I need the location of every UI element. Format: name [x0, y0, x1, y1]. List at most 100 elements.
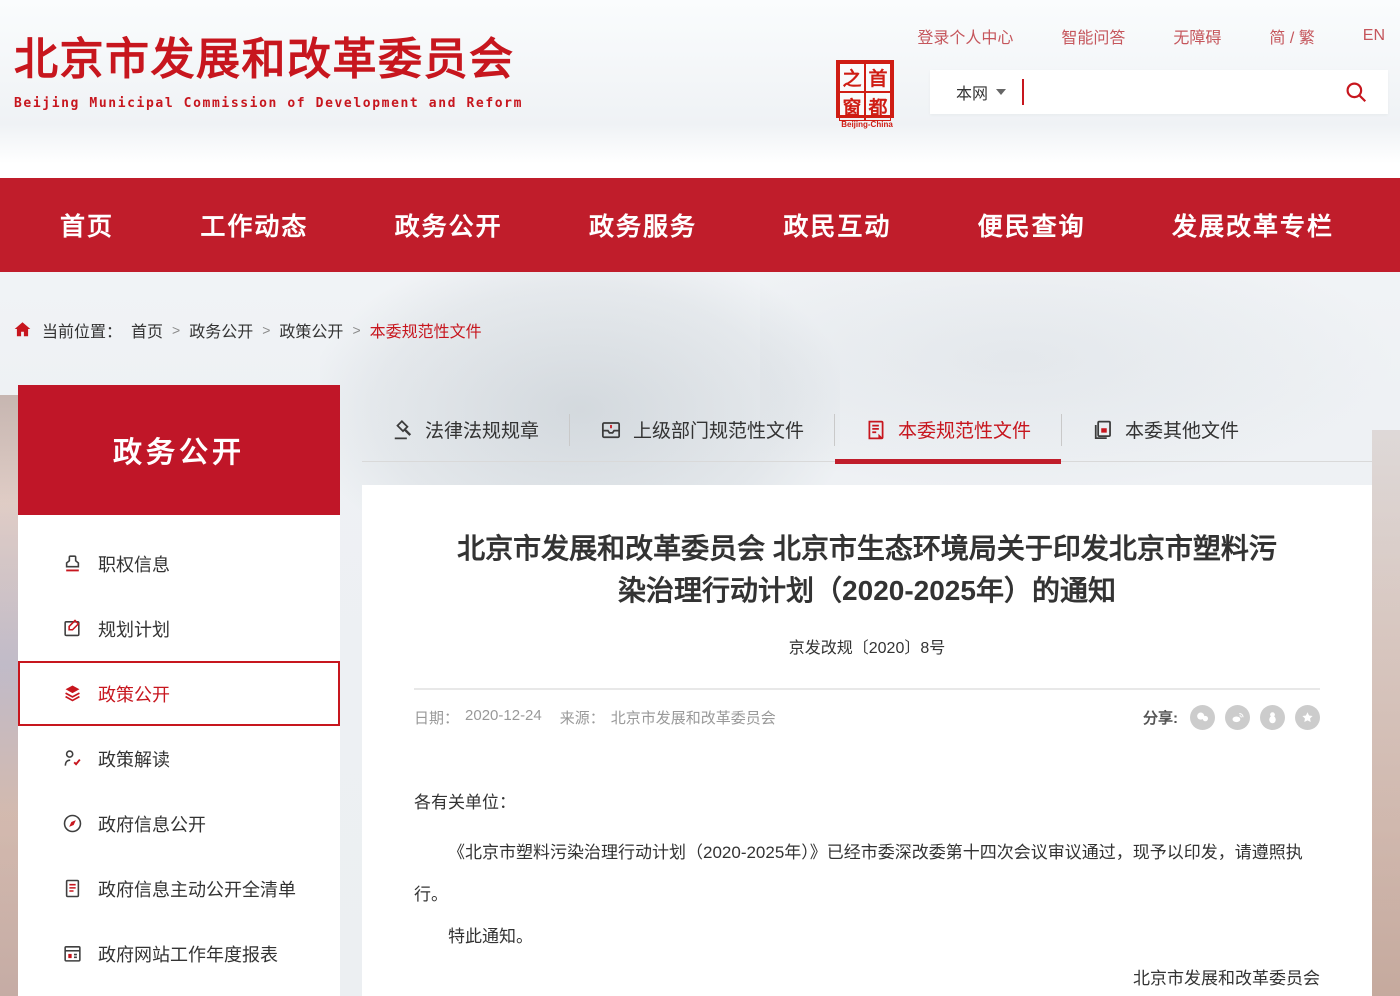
share-label: 分享: — [1143, 707, 1178, 728]
utility-link-accessibility[interactable]: 无障碍 — [1173, 24, 1221, 48]
nav-item-work-news[interactable]: 工作动态 — [200, 207, 308, 243]
search-input[interactable] — [1024, 70, 1344, 114]
main-nav: 首页 工作动态 政务公开 政务服务 政民互动 便民查询 发展改革专栏 — [0, 178, 1400, 272]
utility-link-login[interactable]: 登录个人中心 — [917, 24, 1013, 48]
seal-char: 首 — [865, 63, 891, 92]
sidebar-item-label: 政府信息主动公开全清单 — [98, 876, 296, 902]
beijing-gov-seal-logo[interactable]: 之 首 窗 都 Beijing-China — [836, 60, 898, 129]
breadcrumb-current: 本委规范性文件 — [370, 318, 482, 342]
breadcrumb-gov-affairs[interactable]: 政务公开 — [189, 318, 253, 342]
doc-copy-icon — [1092, 419, 1114, 441]
breadcrumb: 当前位置： 首页 > 政务公开 > 政策公开 > 本委规范性文件 — [12, 318, 482, 342]
tab-label: 本委其他文件 — [1125, 416, 1239, 443]
article-meta-left: 日期： 2020-12-24 来源： 北京市发展和改革委员会 — [414, 707, 776, 728]
reader-icon — [62, 748, 83, 769]
tab-label: 法律法规规章 — [425, 416, 539, 443]
article-salutation: 各有关单位： — [414, 782, 1320, 824]
share-bar: 分享: — [1143, 705, 1320, 730]
site-header: 北京市发展和改革委员会 Beijing Municipal Commission… — [0, 0, 1400, 178]
article-date: 2020-12-24 — [465, 707, 542, 728]
layers-icon — [62, 683, 83, 704]
article-body: 各有关单位： 《北京市塑料污染治理行动计划（2020-2025年）》已经市委深改… — [414, 782, 1320, 996]
report-icon — [62, 943, 83, 964]
home-icon — [12, 320, 33, 340]
site-subtitle: Beijing Municipal Commission of Developm… — [14, 96, 523, 111]
search-scope-dropdown[interactable]: 本网 — [956, 80, 1006, 104]
site-title: 北京市发展和改革委员会 — [14, 36, 523, 84]
sidebar-item-planning[interactable]: 规划计划 — [18, 596, 340, 661]
article-source: 北京市发展和改革委员会 — [611, 707, 776, 728]
doc-edit-icon — [865, 419, 887, 441]
article-title: 北京市发展和改革委员会 北京市生态环境局关于印发北京市塑料污染治理行动计划（20… — [447, 528, 1287, 612]
seal-char: 之 — [839, 63, 865, 92]
qq-icon[interactable] — [1260, 705, 1285, 730]
document-number: 京发改规〔2020〕8号 — [414, 634, 1320, 658]
nav-item-gov-services[interactable]: 政务服务 — [589, 207, 697, 243]
breadcrumb-policy[interactable]: 政策公开 — [279, 318, 343, 342]
article-paragraph: 特此通知。 — [414, 916, 1320, 958]
nav-item-home[interactable]: 首页 — [60, 207, 114, 243]
sidebar-item-gov-info-disclosure[interactable]: 政府信息公开 — [18, 791, 340, 856]
tab-committee-other-documents[interactable]: 本委其他文件 — [1062, 398, 1269, 461]
gavel-icon — [392, 419, 414, 441]
breadcrumb-separator: > — [172, 322, 180, 338]
nav-item-gov-affairs[interactable]: 政务公开 — [395, 207, 503, 243]
article-card: 北京市发展和改革委员会 北京市生态环境局关于印发北京市塑料污染治理行动计划（20… — [362, 485, 1372, 996]
sidebar-item-website-annual-report[interactable]: 政府网站工作年度报表 — [18, 921, 340, 986]
sidebar-item-label: 政府信息公开 — [98, 811, 206, 837]
breadcrumb-prefix: 当前位置： — [42, 318, 122, 342]
tab-label: 本委规范性文件 — [898, 416, 1031, 443]
article-meta: 日期： 2020-12-24 来源： 北京市发展和改革委员会 分享: — [414, 690, 1320, 730]
document-tabs: 法律法规规章 上级部门规范性文件 本委规范性文件 本委其他文件 — [362, 398, 1372, 462]
page: 北京市发展和改革委员会 Beijing Municipal Commission… — [0, 0, 1400, 996]
breadcrumb-separator: > — [262, 322, 270, 338]
sidebar-item-policy-interpretation[interactable]: 政策解读 — [18, 726, 340, 791]
tab-committee-normative-documents[interactable]: 本委规范性文件 — [835, 398, 1061, 461]
sidebar-item-decision-list[interactable]: 决策目录 — [18, 986, 340, 996]
tab-superior-normative-documents[interactable]: 上级部门规范性文件 — [570, 398, 834, 461]
sidebar-item-label: 政策解读 — [98, 746, 170, 772]
tab-label: 上级部门规范性文件 — [633, 416, 804, 443]
sidebar-item-label: 政策公开 — [98, 681, 170, 707]
search-scope-label: 本网 — [956, 80, 988, 104]
tab-laws-regulations[interactable]: 法律法规规章 — [362, 398, 569, 461]
sidebar: 政务公开 职权信息 规划计划 政策公开 政策解读 政府信息公开 — [18, 385, 340, 996]
seal-char: 都 — [865, 92, 891, 121]
date-label: 日期： — [414, 707, 459, 728]
star-icon[interactable] — [1295, 705, 1320, 730]
utility-link-simplified-traditional[interactable]: 简 / 繁 — [1269, 24, 1314, 48]
sidebar-item-label: 规划计划 — [98, 616, 170, 642]
seal-icon: 之 首 窗 都 — [836, 60, 894, 118]
article-signature: 北京市发展和改革委员会 — [414, 958, 1320, 996]
sidebar-item-label: 职权信息 — [98, 551, 170, 577]
list-icon — [62, 878, 83, 899]
seal-char: 窗 — [839, 92, 865, 121]
weibo-icon[interactable] — [1225, 705, 1250, 730]
article-paragraph: 《北京市塑料污染治理行动计划（2020-2025年）》已经市委深改委第十四次会议… — [414, 832, 1320, 916]
sidebar-item-policy-disclosure[interactable]: 政策公开 — [18, 661, 340, 726]
watermark-left-photo-strip — [0, 395, 18, 996]
nav-item-reform-column[interactable]: 发展改革专栏 — [1172, 207, 1334, 243]
utility-link-english[interactable]: EN — [1363, 27, 1385, 45]
main-content: 法律法规规章 上级部门规范性文件 本委规范性文件 本委其他文件 北京市发展和改革… — [362, 398, 1372, 996]
nav-item-inquiry[interactable]: 便民查询 — [978, 207, 1086, 243]
source-label: 来源： — [560, 707, 605, 728]
sidebar-item-label: 政府网站工作年度报表 — [98, 941, 278, 967]
site-logo[interactable]: 北京市发展和改革委员会 Beijing Municipal Commission… — [14, 36, 523, 111]
plan-icon — [62, 618, 83, 639]
search-icon[interactable] — [1344, 80, 1368, 104]
stamp-icon — [62, 553, 83, 574]
watermark-right-photo-strip — [1372, 430, 1400, 996]
breadcrumb-separator: > — [352, 322, 360, 338]
wechat-icon[interactable] — [1190, 705, 1215, 730]
compass-icon — [62, 813, 83, 834]
sidebar-menu: 职权信息 规划计划 政策公开 政策解读 政府信息公开 政府信息主动公开全清单 — [18, 515, 340, 996]
nav-item-interaction[interactable]: 政民互动 — [783, 207, 891, 243]
breadcrumb-home[interactable]: 首页 — [131, 318, 163, 342]
utility-nav: 登录个人中心 智能问答 无障碍 简 / 繁 EN — [917, 24, 1385, 48]
search-bar: 本网 — [930, 70, 1388, 114]
sidebar-item-authority-info[interactable]: 职权信息 — [18, 531, 340, 596]
seal-caption: Beijing-China — [836, 120, 898, 129]
sidebar-item-proactive-disclosure-list[interactable]: 政府信息主动公开全清单 — [18, 856, 340, 921]
utility-link-qa[interactable]: 智能问答 — [1061, 24, 1125, 48]
